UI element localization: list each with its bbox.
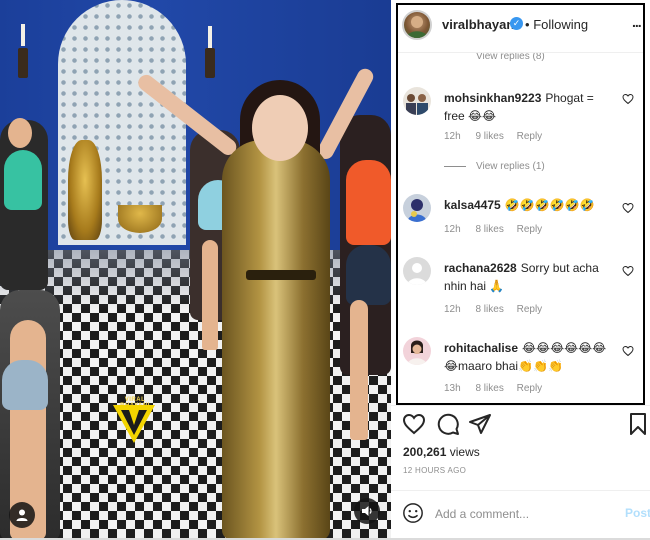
comment-time: 13h bbox=[444, 383, 461, 394]
save-bookmark-icon[interactable] bbox=[626, 412, 650, 436]
add-comment-input[interactable] bbox=[435, 505, 615, 523]
main-dancer-body bbox=[222, 140, 330, 540]
comments-list: View replies (8) mohsinkhan9223 Phogat = … bbox=[400, 53, 643, 403]
emoji-smile-icon[interactable] bbox=[402, 502, 424, 524]
view-replies-label: View replies (1) bbox=[476, 161, 545, 172]
comment-text: rachana2628 Sorry but acha nhin hai 🙏 bbox=[444, 259, 612, 295]
candle-holder bbox=[205, 48, 215, 78]
dancer-shorts bbox=[346, 245, 391, 305]
like-comment-heart-icon[interactable] bbox=[622, 345, 634, 357]
dancer-belt bbox=[246, 270, 316, 280]
volume-icon[interactable] bbox=[354, 498, 380, 524]
comment-avatar[interactable] bbox=[403, 337, 431, 365]
user-tag-icon[interactable] bbox=[9, 502, 35, 528]
post-username[interactable]: viralbhayani bbox=[442, 17, 518, 32]
comment-text: mohsinkhan9223 Phogat = free 😂😂 bbox=[444, 89, 612, 125]
dancer-top bbox=[4, 150, 42, 210]
reply-button[interactable]: Reply bbox=[517, 383, 543, 394]
comment-body: 🤣🤣🤣🤣🤣🤣 bbox=[504, 198, 595, 212]
golden-vase bbox=[68, 140, 102, 240]
candle bbox=[208, 26, 212, 48]
dancer-leg bbox=[350, 300, 368, 440]
views-count[interactable]: 200,261 views bbox=[403, 445, 480, 459]
comment-meta: 12h 8 likes Reply bbox=[444, 304, 554, 315]
post-header: viralbhayani ✓ • Following ... bbox=[400, 8, 650, 44]
comment-text: kalsa4475 🤣🤣🤣🤣🤣🤣 bbox=[444, 196, 612, 214]
comment-time: 12h bbox=[444, 131, 461, 142]
comment-username[interactable]: mohsinkhan9223 bbox=[444, 91, 541, 105]
comment-bubble-icon[interactable] bbox=[436, 412, 460, 436]
dancer-shorts bbox=[2, 360, 48, 410]
comment-likes[interactable]: 8 likes bbox=[475, 383, 503, 394]
more-options-icon[interactable]: ... bbox=[632, 14, 642, 30]
comment-meta: 13h 8 likes Reply bbox=[444, 383, 554, 394]
comment-text: rohitachalise 😂😂😂😂😂😂😂maaro bhai👏👏👏 bbox=[444, 339, 612, 375]
like-comment-heart-icon[interactable] bbox=[622, 202, 634, 214]
divider bbox=[391, 405, 650, 406]
comment-avatar[interactable] bbox=[403, 194, 431, 222]
post-timestamp[interactable]: 12 HOURS AGO bbox=[403, 466, 466, 475]
dancer-head bbox=[8, 118, 32, 148]
like-heart-icon[interactable] bbox=[402, 412, 426, 436]
comment-time: 12h bbox=[444, 304, 461, 315]
comment-avatar[interactable] bbox=[403, 257, 431, 285]
replies-dash bbox=[444, 165, 466, 167]
views-number: 200,261 bbox=[403, 445, 447, 459]
comment-avatar[interactable] bbox=[403, 87, 431, 115]
main-dancer-head bbox=[252, 95, 308, 161]
view-replies-link[interactable]: View replies (1) bbox=[444, 161, 545, 172]
comment-likes[interactable]: 9 likes bbox=[475, 131, 503, 142]
like-comment-heart-icon[interactable] bbox=[622, 265, 634, 277]
watermark-logo-icon bbox=[113, 405, 155, 443]
comment-username[interactable]: rachana2628 bbox=[444, 261, 517, 275]
reply-button[interactable]: Reply bbox=[517, 304, 543, 315]
following-label: Following bbox=[533, 17, 589, 32]
golden-bowl bbox=[118, 205, 162, 233]
following-status[interactable]: • Following bbox=[525, 17, 588, 32]
comment-meta: 12h 9 likes Reply bbox=[444, 131, 554, 142]
candle bbox=[21, 24, 25, 46]
share-plane-icon[interactable] bbox=[468, 412, 492, 436]
comment-username[interactable]: kalsa4475 bbox=[444, 198, 501, 212]
avatar[interactable] bbox=[402, 10, 432, 40]
comment-time: 12h bbox=[444, 224, 461, 235]
candle-holder bbox=[18, 48, 28, 78]
views-label: views bbox=[449, 445, 480, 459]
comment-username[interactable]: rohitachalise bbox=[444, 341, 518, 355]
like-comment-heart-icon[interactable] bbox=[622, 93, 634, 105]
comment-likes[interactable]: 8 likes bbox=[475, 304, 503, 315]
view-replies-link[interactable]: View replies (8) bbox=[476, 53, 545, 62]
post-comment-button[interactable]: Post bbox=[625, 506, 650, 520]
verified-badge-icon: ✓ bbox=[510, 17, 523, 30]
reply-button[interactable]: Reply bbox=[517, 224, 543, 235]
dancer-top bbox=[346, 160, 391, 245]
post-actions bbox=[400, 412, 650, 438]
post-video[interactable]: VIRAL BHAYANI bbox=[0, 0, 391, 540]
divider bbox=[391, 490, 650, 491]
separator-dot: • bbox=[525, 17, 530, 32]
comment-likes[interactable]: 8 likes bbox=[475, 224, 503, 235]
dancer-leg bbox=[202, 240, 218, 350]
reply-button[interactable]: Reply bbox=[517, 131, 543, 142]
comment-meta: 12h 8 likes Reply bbox=[444, 224, 554, 235]
